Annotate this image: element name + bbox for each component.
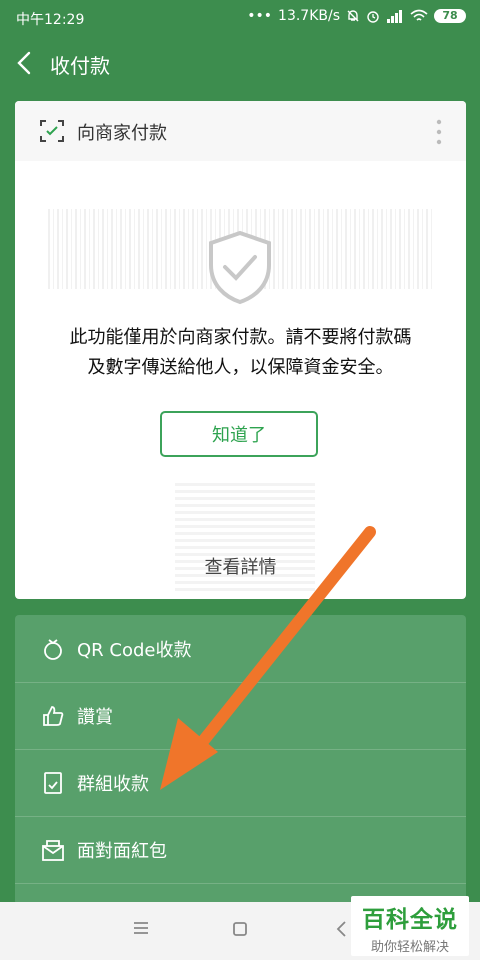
more-dots-icon: ••• [247, 8, 273, 24]
more-vertical-icon[interactable] [436, 119, 442, 145]
watermark-title: 百科全说 [362, 907, 458, 933]
status-bar: 中午12:29 ••• 13.7KB/s 78 [0, 0, 480, 34]
back-nav-icon[interactable] [334, 920, 348, 938]
shield-check-icon [209, 230, 271, 305]
qr-money-icon [44, 639, 62, 660]
menu-item-label: 讚賞 [77, 707, 113, 728]
watermark-badge: 百科全说 助你轻松解决 [351, 896, 469, 956]
menu-nav-icon[interactable] [132, 920, 150, 936]
battery-indicator: 78 [434, 9, 466, 23]
home-nav-icon[interactable] [231, 920, 249, 938]
status-icons: ••• 13.7KB/s 78 [247, 8, 466, 24]
alarm-icon [367, 11, 379, 23]
menu-item-group-receipt[interactable]: 群組收款 [15, 749, 466, 817]
security-notice: 此功能僅用於向商家付款。請不要將付款碼 及數字傳送給他人，以保障資金安全。 [15, 323, 466, 383]
thumbs-up-icon [43, 706, 64, 726]
menu-item-label: 群組收款 [77, 774, 149, 795]
status-time: 中午12:29 [16, 12, 85, 28]
menu-item-qr-receive[interactable]: QR Code收款 [15, 615, 466, 683]
menu-item-label: QR Code收款 [77, 640, 192, 661]
bell-off-icon [347, 10, 359, 22]
title-bar: 收付款 [0, 34, 480, 94]
scan-icon [40, 120, 64, 142]
got-it-button[interactable]: 知道了 [160, 411, 318, 457]
card-header-label: 向商家付款 [77, 123, 167, 144]
view-details-link[interactable]: 查看詳情 [15, 553, 466, 579]
menu-item-appreciate[interactable]: 讚賞 [15, 682, 466, 750]
red-envelope-icon [42, 840, 64, 861]
pay-merchant-card: 向商家付款 此功能僅用於向商家付款。請不要將付款碼 及數字傳送給他人，以保障資金… [15, 101, 466, 599]
group-receipt-icon [44, 772, 62, 794]
watermark-subtitle: 助你轻松解决 [370, 940, 449, 955]
network-speed: 13.7KB/s [278, 8, 340, 24]
back-arrow-icon[interactable] [14, 50, 36, 76]
page-title: 收付款 [50, 54, 110, 78]
menu-item-label: 面對面紅包 [77, 841, 167, 862]
menu-item-face-to-face-red-packet[interactable]: 面對面紅包 [15, 816, 466, 884]
notice-line-2: 及數字傳送給他人，以保障資金安全。 [87, 357, 394, 378]
card-header: 向商家付款 [15, 101, 466, 161]
signal-icon [387, 10, 402, 23]
notice-line-1: 此功能僅用於向商家付款。請不要將付款碼 [69, 327, 412, 348]
payment-options-menu: QR Code收款 讚賞 群組收款 面對面紅包 [15, 615, 466, 905]
wifi-icon [410, 9, 428, 21]
